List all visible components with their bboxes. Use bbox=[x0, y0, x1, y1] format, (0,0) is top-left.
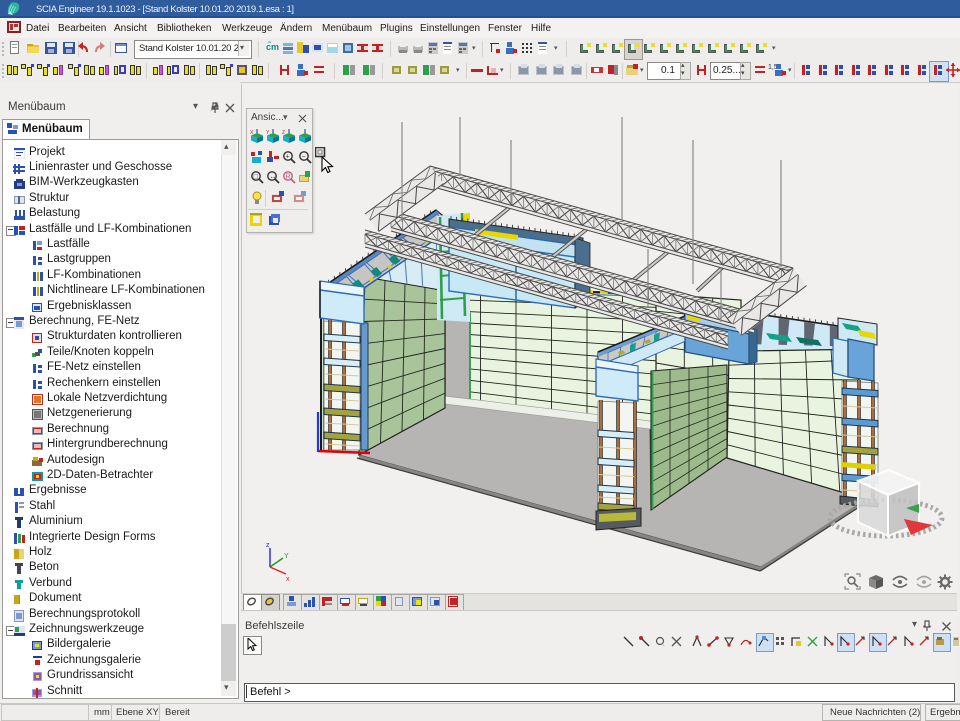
svg-text:+: + bbox=[286, 154, 290, 161]
svg-text:x: x bbox=[286, 576, 290, 583]
svg-text:.: . bbox=[663, 642, 665, 648]
svg-text:↔: ↔ bbox=[270, 174, 277, 181]
svg-text:Y: Y bbox=[284, 553, 289, 560]
svg-text:z: z bbox=[266, 542, 270, 549]
svg-text:Z: Z bbox=[282, 130, 285, 136]
svg-text:−: − bbox=[302, 154, 306, 161]
svg-text:R: R bbox=[286, 174, 291, 181]
